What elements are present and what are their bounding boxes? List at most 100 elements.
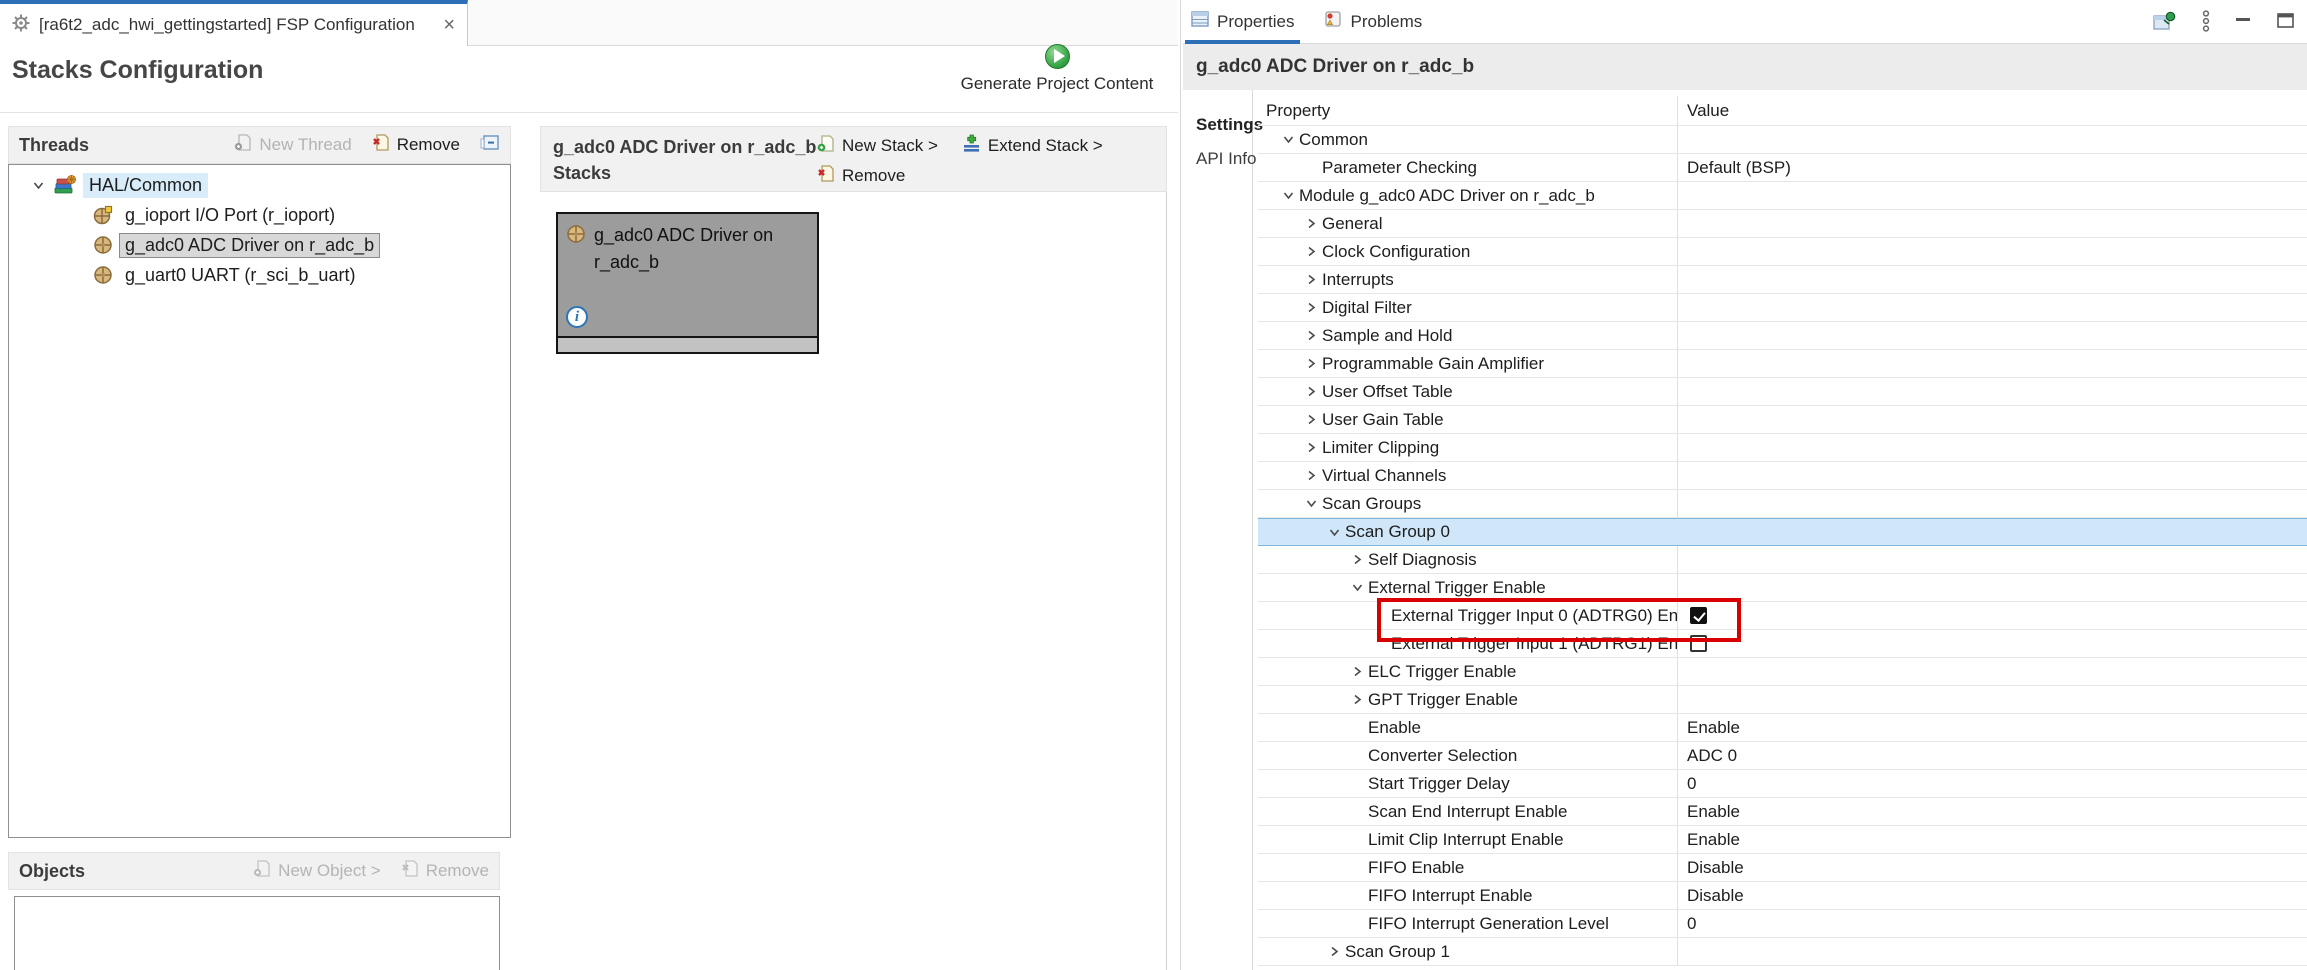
property-row[interactable]: Limit Clip Interrupt EnableEnable — [1258, 826, 2307, 854]
chevron-right-icon[interactable] — [1346, 553, 1368, 566]
property-row[interactable]: Digital Filter — [1258, 294, 2307, 322]
close-icon[interactable]: × — [443, 15, 455, 35]
chevron-right-icon[interactable] — [1300, 441, 1322, 454]
stacks-panel-header: g_adc0 ADC Driver on r_adc_b Stacks New … — [540, 126, 1167, 192]
info-icon[interactable]: i — [566, 306, 588, 328]
extend-stack-button[interactable]: Extend Stack > — [962, 134, 1103, 158]
property-row[interactable]: Virtual Channels — [1258, 462, 2307, 490]
generate-project-content-button[interactable]: Generate Project Content — [946, 44, 1168, 94]
chevron-right-icon[interactable] — [1300, 301, 1322, 314]
property-row[interactable]: Clock Configuration — [1258, 238, 2307, 266]
side-tab-api-info[interactable]: API Info — [1183, 142, 1252, 176]
remove-object-button[interactable]: Remove — [401, 859, 489, 883]
property-row[interactable]: External Trigger Enable — [1258, 574, 2307, 602]
property-label: User Gain Table — [1322, 410, 1444, 430]
maximize-icon[interactable] — [2277, 13, 2295, 34]
remove-document-icon — [401, 859, 420, 883]
new-object-button[interactable]: New Object > — [253, 859, 381, 883]
property-label: Start Trigger Delay — [1368, 774, 1510, 794]
chevron-down-icon[interactable] — [1300, 497, 1322, 510]
property-row[interactable]: User Offset Table — [1258, 378, 2307, 406]
property-label: External Trigger Enable — [1368, 578, 1546, 598]
property-row[interactable]: Limiter Clipping — [1258, 434, 2307, 462]
property-label: Converter Selection — [1368, 746, 1517, 766]
property-row[interactable]: FIFO EnableDisable — [1258, 854, 2307, 882]
checkbox-unchecked[interactable] — [1690, 635, 1707, 652]
collapse-panel-icon[interactable] — [480, 134, 500, 157]
chevron-down-icon[interactable] — [1277, 189, 1299, 202]
property-row[interactable]: Parameter Checking Default (BSP) — [1258, 154, 2307, 182]
new-thread-button[interactable]: New Thread — [234, 133, 351, 157]
tab-problems[interactable]: Problems — [1324, 0, 1422, 44]
chevron-down-icon[interactable] — [1277, 133, 1299, 146]
chevron-down-icon[interactable] — [1346, 581, 1368, 594]
thread-item[interactable]: g_uart0 UART (r_sci_b_uart) — [9, 260, 510, 290]
property-row[interactable]: Scan Group 1 — [1258, 938, 2307, 966]
property-row[interactable]: FIFO Interrupt Generation Level0 — [1258, 910, 2307, 938]
tab-fsp-configuration[interactable]: [ra6t2_adc_hwi_gettingstarted] FSP Confi… — [0, 0, 468, 46]
new-stack-button[interactable]: New Stack > — [817, 134, 938, 158]
chevron-right-icon[interactable] — [1300, 357, 1322, 370]
property-value — [1678, 350, 2307, 377]
property-row[interactable]: GPT Trigger Enable — [1258, 686, 2307, 714]
module-icon — [93, 265, 113, 285]
chevron-right-icon[interactable] — [1323, 945, 1345, 958]
properties-header: g_adc0 ADC Driver on r_adc_b — [1183, 44, 2307, 90]
objects-list[interactable] — [14, 896, 500, 970]
view-menu-icon[interactable] — [2201, 10, 2211, 37]
property-value — [1678, 686, 2307, 713]
chevron-right-icon[interactable] — [1300, 329, 1322, 342]
property-row[interactable]: General — [1258, 210, 2307, 238]
thread-item[interactable]: g_adc0 ADC Driver on r_adc_b — [9, 230, 510, 260]
thread-item[interactable]: HAL/Common — [9, 170, 510, 200]
property-row[interactable]: Programmable Gain Amplifier — [1258, 350, 2307, 378]
property-row[interactable]: Scan Group 0 — [1258, 518, 2307, 546]
property-row[interactable]: Scan End Interrupt EnableEnable — [1258, 798, 2307, 826]
property-row[interactable]: Common — [1258, 126, 2307, 154]
property-row[interactable]: User Gain Table — [1258, 406, 2307, 434]
stack-card-adc[interactable]: g_adc0 ADC Driver on r_adc_b i — [556, 212, 819, 354]
property-value: 0 — [1678, 910, 2307, 937]
remove-thread-label: Remove — [397, 135, 460, 155]
pin-view-icon[interactable] — [2153, 11, 2177, 37]
stacks-canvas[interactable]: g_adc0 ADC Driver on r_adc_b i — [540, 192, 1167, 970]
editor-view-divider[interactable] — [1180, 0, 1181, 970]
property-label: Parameter Checking — [1322, 158, 1477, 178]
minimize-icon[interactable] — [2235, 13, 2253, 34]
chevron-right-icon[interactable] — [1300, 469, 1322, 482]
property-row[interactable]: Scan Groups — [1258, 490, 2307, 518]
chevron-down-icon[interactable] — [1323, 526, 1345, 539]
property-label: Clock Configuration — [1322, 242, 1470, 262]
remove-stack-button[interactable]: Remove — [817, 164, 905, 188]
chevron-right-icon[interactable] — [1346, 665, 1368, 678]
property-row[interactable]: EnableEnable — [1258, 714, 2307, 742]
property-row[interactable]: Interrupts — [1258, 266, 2307, 294]
chevron-right-icon[interactable] — [1346, 693, 1368, 706]
objects-panel-header: Objects New Object > Remove — [8, 852, 500, 890]
property-row[interactable]: Module g_adc0 ADC Driver on r_adc_b — [1258, 182, 2307, 210]
thread-item[interactable]: g_ioport I/O Port (r_ioport) — [9, 200, 510, 230]
property-row[interactable]: FIFO Interrupt EnableDisable — [1258, 882, 2307, 910]
chevron-right-icon[interactable] — [1300, 413, 1322, 426]
tab-properties[interactable]: Properties — [1191, 0, 1294, 44]
remove-thread-button[interactable]: Remove — [372, 133, 460, 157]
chevron-down-icon[interactable] — [29, 179, 47, 192]
chevron-right-icon[interactable] — [1300, 385, 1322, 398]
checkbox-checked[interactable] — [1690, 607, 1707, 624]
property-value: Default (BSP) — [1678, 154, 2307, 181]
property-row[interactable]: Start Trigger Delay0 — [1258, 770, 2307, 798]
property-row[interactable]: External Trigger Input 1 (ADTRG1) En — [1258, 630, 2307, 658]
side-tab-settings[interactable]: Settings — [1183, 108, 1252, 142]
property-label: GPT Trigger Enable — [1368, 690, 1518, 710]
property-row[interactable]: ELC Trigger Enable — [1258, 658, 2307, 686]
property-row[interactable]: External Trigger Input 0 (ADTRG0) En — [1258, 602, 2307, 630]
module-icon — [566, 224, 586, 249]
property-row[interactable]: Self Diagnosis — [1258, 546, 2307, 574]
property-row[interactable]: Sample and Hold — [1258, 322, 2307, 350]
chevron-right-icon[interactable] — [1300, 273, 1322, 286]
chevron-right-icon[interactable] — [1300, 217, 1322, 230]
module-icon — [93, 235, 113, 255]
property-row[interactable]: Converter SelectionADC 0 — [1258, 742, 2307, 770]
chevron-right-icon[interactable] — [1300, 245, 1322, 258]
properties-rows: Common Parameter Checking Default (BSP)Mod… — [1258, 126, 2307, 966]
